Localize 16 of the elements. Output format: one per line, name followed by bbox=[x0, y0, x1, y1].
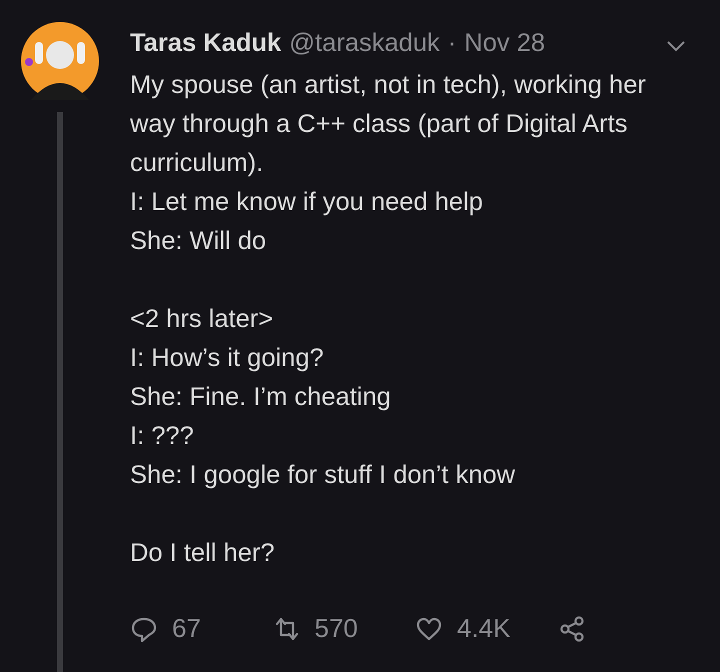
tweet-text-line: I: How’s it going? bbox=[130, 343, 325, 374]
tweet-text-line: My spouse (an artist, not in tech), working her way through a C++ class (part of Digital Arts curriculum). bbox=[130, 70, 647, 180]
separator: · bbox=[448, 28, 456, 59]
action-count: 4.4K bbox=[457, 612, 510, 646]
tweet-date[interactable]: Nov 28 bbox=[464, 24, 546, 62]
tweet-text-line: Do I tell her? bbox=[130, 538, 276, 570]
tweet-text-line: I: ??? bbox=[130, 421, 195, 452]
action-count: 67 bbox=[172, 612, 201, 646]
tweet-text-line: She: Fine. I’m cheating bbox=[130, 382, 392, 414]
author-handle[interactable]: @taraskaduk bbox=[289, 24, 440, 62]
tweet-text-line: I: Let me know if you need help bbox=[130, 187, 484, 218]
tweet-text-line: <2 hrs later> bbox=[130, 304, 274, 336]
tweet-text-line: She: Will do bbox=[130, 226, 268, 258]
tweet-text-line: She: I google for stuff I don’t know bbox=[130, 460, 516, 492]
author-name[interactable]: Taras Kaduk bbox=[130, 24, 282, 62]
action-count: 570 bbox=[314, 612, 358, 646]
